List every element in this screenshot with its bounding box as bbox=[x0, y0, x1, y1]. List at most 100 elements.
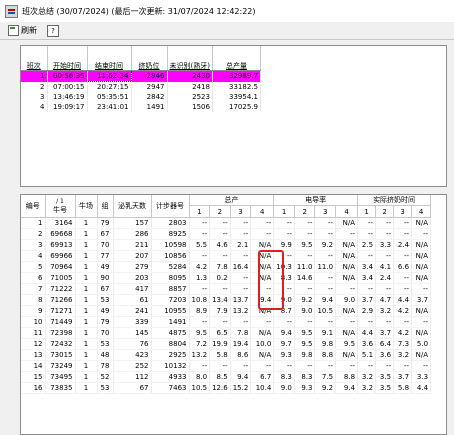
cow-column-header[interactable]: 计步器号 bbox=[151, 195, 190, 218]
cow-row[interactable]: 11 72398 1 70 145 4875 9.5 6.5 7.8 N/A 9.4 9.5 9.1 N/… bbox=[21, 327, 432, 339]
cow-cell: 73835 bbox=[45, 382, 76, 394]
cow-cell: 7463 bbox=[151, 382, 190, 394]
cow-subcolumn-header[interactable]: 1 bbox=[357, 205, 377, 218]
cow-cell: -- bbox=[357, 250, 377, 262]
cow-subcolumn-header[interactable]: 2 bbox=[375, 205, 395, 218]
cow-subcolumn-header[interactable]: 1 bbox=[273, 205, 295, 218]
cow-cell: 72432 bbox=[45, 338, 76, 350]
cow-column-header[interactable]: 泌乳天数 bbox=[113, 195, 152, 218]
shift-cell: 17025.9 bbox=[212, 102, 261, 112]
cow-cell: 10.8 bbox=[188, 294, 211, 306]
cow-cell: 3.7 bbox=[357, 294, 377, 306]
cow-cell: 1 bbox=[21, 217, 46, 229]
refresh-button[interactable]: 刷新 bbox=[6, 24, 39, 38]
cow-cell: -- bbox=[209, 360, 231, 372]
shift-cell: 2947 bbox=[131, 81, 168, 92]
cow-cell: -- bbox=[335, 228, 359, 240]
cow-cell: 67 bbox=[113, 382, 152, 394]
cow-cell: 11.0 bbox=[314, 261, 337, 273]
cow-cell: -- bbox=[273, 316, 295, 328]
cow-cell: -- bbox=[250, 228, 275, 240]
cow-cell: 3.7 bbox=[411, 294, 432, 306]
cow-subcolumn-header[interactable]: 2 bbox=[294, 205, 316, 218]
cow-row[interactable]: 12 72432 1 53 76 8804 7.2 19.9 19.4 10.0 9.7 9.5 9.8… bbox=[21, 338, 432, 350]
cow-row[interactable]: 14 73249 1 78 252 10132 -- -- -- -- -- -- -- -- -- -- --… bbox=[21, 360, 432, 372]
cow-subcolumn-header[interactable]: 3 bbox=[314, 205, 337, 218]
cow-row[interactable]: 2 69668 1 67 286 8925 -- -- -- -- -- -- -- -- -- -- -- -- bbox=[21, 228, 432, 240]
cow-cell: -- bbox=[230, 217, 252, 229]
cow-cell: -- bbox=[273, 360, 295, 372]
cow-cell: 10.5 bbox=[188, 382, 211, 394]
cow-cell: -- bbox=[375, 250, 395, 262]
cow-group-header: 实际挤奶时间 bbox=[357, 195, 432, 207]
cow-cell: 286 bbox=[113, 228, 152, 240]
cow-row[interactable]: 16 73835 1 53 67 7463 10.5 12.6 15.2 10.4 9.0 9.3 9.… bbox=[21, 382, 432, 394]
cow-subcolumn-header[interactable]: 3 bbox=[393, 205, 413, 218]
cow-cell: -- bbox=[230, 250, 252, 262]
cow-subcolumn-header[interactable]: 1 bbox=[188, 205, 211, 218]
shift-column-header[interactable]: 班次 bbox=[21, 46, 48, 71]
cow-row[interactable]: 7 71222 1 67 417 8857 -- -- -- -- -- -- -- -- -- -- -- -- bbox=[21, 283, 432, 295]
cow-cell: -- bbox=[230, 360, 252, 372]
cow-cell: 4 bbox=[21, 250, 46, 262]
shift-row[interactable]: 3 13:46:19 05:35:51 2842 2523 33954.1 bbox=[21, 92, 261, 102]
cow-row[interactable]: 15 73495 1 52 112 4933 8.0 8.5 9.4 6.7 8.3 8.3 7.5 8.… bbox=[21, 371, 432, 383]
help-button[interactable]: ? bbox=[47, 24, 59, 37]
cow-cell: 4.6 bbox=[209, 239, 231, 251]
cow-column-header[interactable]: 组 bbox=[97, 195, 114, 218]
shift-column-header[interactable]: 未识别(熟牙) bbox=[167, 46, 213, 71]
cow-column-header[interactable]: / 1 牛号 bbox=[45, 195, 76, 218]
cow-row[interactable]: 10 71449 1 79 339 1491 -- -- -- -- -- -- -- -- -- -- -- -… bbox=[21, 316, 432, 328]
cow-column-header[interactable]: 编号 bbox=[21, 195, 46, 218]
cow-cell: 3.7 bbox=[375, 327, 395, 339]
cow-cell: 5.5 bbox=[188, 239, 211, 251]
cow-cell: 5.1 bbox=[357, 349, 377, 361]
cow-cell: -- bbox=[294, 217, 316, 229]
cow-subcolumn-header[interactable]: 4 bbox=[250, 205, 275, 218]
cow-cell: 73495 bbox=[45, 371, 76, 383]
cow-cell: 9.8 bbox=[294, 349, 316, 361]
shift-row[interactable]: 4 19:09:17 23:41:01 1491 1506 17025.9 bbox=[21, 102, 261, 112]
cow-cell: 252 bbox=[113, 360, 152, 372]
cow-subcolumn-header[interactable]: 4 bbox=[335, 205, 359, 218]
shift-column-header[interactable]: 挤奶位 bbox=[131, 46, 168, 71]
cow-cell: 9.2 bbox=[314, 239, 337, 251]
app-icon bbox=[5, 4, 18, 18]
cow-cell: 71266 bbox=[45, 294, 76, 306]
cow-row[interactable]: 3 69913 1 70 211 10598 5.5 4.6 2.1 N/A 9.9 9.5 9.2 N/… bbox=[21, 239, 432, 251]
cow-cell: 70 bbox=[97, 327, 114, 339]
cow-subcolumn-header[interactable]: 4 bbox=[411, 205, 432, 218]
cow-column-header[interactable]: 牛场 bbox=[75, 195, 98, 218]
cow-row[interactable]: 8 71266 1 53 61 7203 10.8 13.4 13.7 9.4 9.0 9.2 9.4 9… bbox=[21, 294, 432, 306]
cow-cell: -- bbox=[357, 316, 377, 328]
cow-row[interactable]: 6 71005 1 90 203 8095 1.3 0.2 -- N/A 8.3 14.6 -- N/A 3… bbox=[21, 272, 432, 284]
shift-column-header[interactable]: 开始时间 bbox=[47, 46, 88, 71]
cow-cell: 4.1 bbox=[375, 261, 395, 273]
cow-cell: 3.5 bbox=[375, 382, 395, 394]
cow-cell: 3 bbox=[21, 239, 46, 251]
cow-cell: 1 bbox=[75, 316, 98, 328]
cow-cell: 10955 bbox=[151, 305, 190, 317]
cow-cell: 71222 bbox=[45, 283, 76, 295]
cow-cell: N/A bbox=[335, 239, 359, 251]
cow-subcolumn-header[interactable]: 2 bbox=[209, 205, 231, 218]
cow-cell: -- bbox=[188, 283, 211, 295]
cow-cell: 8095 bbox=[151, 272, 190, 284]
shift-row[interactable]: 2 07:00:15 20:27:15 2947 2418 33182.5 bbox=[21, 81, 261, 92]
cow-subcolumn-header[interactable]: 3 bbox=[230, 205, 252, 218]
cow-row[interactable]: 1 3164 1 79 157 2803 -- -- -- -- -- -- -- N/A -- -- -- N/… bbox=[21, 217, 432, 229]
shift-row[interactable]: 1 00:56:35 11:52:34 2946 2430 32989.7 bbox=[21, 70, 261, 82]
shift-column-header[interactable]: 总产量 bbox=[212, 46, 261, 71]
shift-cell: 19:09:17 bbox=[47, 102, 88, 112]
cow-row[interactable]: 5 70964 1 49 279 5284 4.2 7.8 16.4 N/A 10.3 11.0 11.… bbox=[21, 261, 432, 273]
cow-cell: -- bbox=[411, 228, 432, 240]
shift-cell: 00:56:35 bbox=[47, 70, 88, 82]
cow-cell: 10 bbox=[21, 316, 46, 328]
cow-row[interactable]: 9 71271 1 49 241 10955 8.9 7.9 13.2 N/A 8.7 9.0 10.5… bbox=[21, 305, 432, 317]
shift-column-header[interactable]: 结束时间 bbox=[87, 46, 132, 71]
cow-row[interactable]: 13 73015 1 48 423 2925 13.2 5.8 8.6 N/A 9.3 9.8 8.8 N… bbox=[21, 349, 432, 361]
cow-row[interactable]: 4 69966 1 77 207 10856 -- -- -- N/A -- -- -- N/A -- -- -… bbox=[21, 250, 432, 262]
cow-cell: 5284 bbox=[151, 261, 190, 273]
cow-cell: -- bbox=[357, 228, 377, 240]
cow-cell: 1 bbox=[75, 250, 98, 262]
